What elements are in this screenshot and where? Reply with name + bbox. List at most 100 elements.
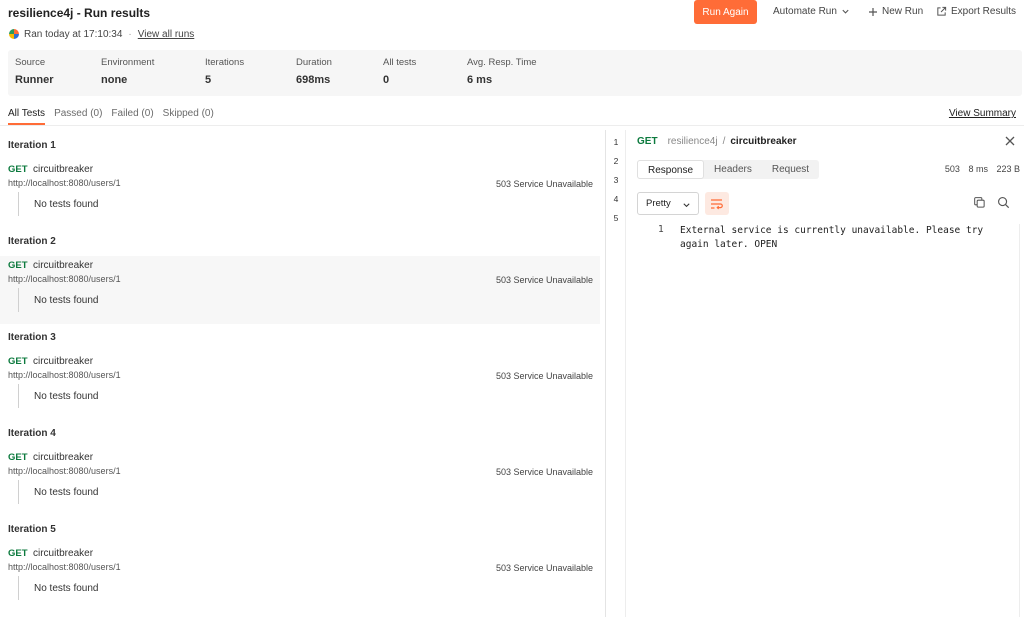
response-status: 503 Service Unavailable — [495, 371, 593, 381]
request-method: GET — [8, 452, 28, 463]
run-again-button[interactable]: Run Again — [694, 0, 757, 24]
automate-run-button[interactable]: Automate Run — [773, 6, 850, 17]
iteration-title: Iteration 4 — [8, 428, 56, 439]
format-select-value: Pretty — [646, 198, 671, 209]
response-time: 8 ms — [968, 164, 988, 174]
response-status: 503 Service Unavailable — [495, 275, 593, 285]
code-line-number: 1 — [658, 224, 664, 235]
run-summary-bar: Source Runner Environment none Iteration… — [8, 50, 1022, 96]
chevron-down-icon — [842, 9, 849, 14]
close-icon[interactable] — [1004, 135, 1016, 147]
request-row[interactable]: GET circuitbreaker http://localhost:8080… — [0, 448, 600, 516]
request-row[interactable]: GET circuitbreaker http://localhost:8080… — [0, 256, 600, 324]
tab-passed[interactable]: Passed (0) — [54, 108, 102, 125]
request-url: http://localhost:8080/users/1 — [8, 466, 121, 476]
run-info: Ran today at 17:10:34 · View all runs — [8, 28, 194, 40]
summary-iterations: Iterations 5 — [205, 57, 245, 86]
tests-indent-line — [18, 192, 19, 216]
gutter-number[interactable]: 4 — [606, 194, 626, 204]
response-status: 503 Service Unavailable — [495, 563, 593, 573]
request-method: GET — [8, 260, 28, 271]
page-title: resilience4j - Run results — [8, 6, 151, 20]
tabs-divider — [0, 125, 1024, 126]
iteration-title: Iteration 3 — [8, 332, 56, 343]
automate-run-label: Automate Run — [773, 6, 837, 17]
view-summary-link[interactable]: View Summary — [949, 108, 1016, 119]
iteration-title: Iteration 5 — [8, 524, 56, 535]
export-results-button[interactable]: Export Results — [936, 6, 1016, 17]
tests-result: No tests found — [34, 295, 99, 306]
gutter-number[interactable]: 1 — [606, 137, 626, 147]
request-index-gutter: 1 2 3 4 5 — [606, 130, 626, 617]
request-url: http://localhost:8080/users/1 — [8, 562, 121, 572]
gutter-number[interactable]: 3 — [606, 175, 626, 185]
detail-method: GET — [637, 136, 658, 147]
request-url: http://localhost:8080/users/1 — [8, 274, 121, 284]
tests-result: No tests found — [34, 199, 99, 210]
response-size: 223 B — [996, 164, 1020, 174]
request-method: GET — [8, 548, 28, 559]
request-name: circuitbreaker — [33, 356, 94, 367]
test-filter-tabs: All Tests Passed (0) Failed (0) Skipped … — [8, 108, 223, 125]
search-icon[interactable] — [997, 196, 1010, 209]
breadcrumb-request[interactable]: circuitbreaker — [730, 136, 796, 147]
tests-result: No tests found — [34, 487, 99, 498]
request-method: GET — [8, 356, 28, 367]
response-tabs: Response Headers Request — [637, 160, 820, 179]
summary-source: Source Runner — [15, 57, 54, 86]
breadcrumb-collection[interactable]: resilience4j — [668, 136, 718, 147]
iteration-title: Iteration 1 — [8, 140, 56, 151]
gutter-number[interactable]: 5 — [606, 213, 626, 223]
gutter-number[interactable]: 2 — [606, 156, 626, 166]
wrap-lines-button[interactable] — [705, 192, 729, 215]
request-url: http://localhost:8080/users/1 — [8, 178, 121, 188]
export-icon — [937, 6, 947, 16]
separator-dot: · — [128, 28, 132, 40]
request-row[interactable]: GET circuitbreaker http://localhost:8080… — [0, 544, 600, 612]
format-select[interactable]: Pretty — [637, 192, 699, 215]
chevron-down-icon — [683, 203, 690, 208]
response-meta: 503 8 ms 223 B — [939, 164, 1020, 174]
request-row[interactable]: GET circuitbreaker http://localhost:8080… — [0, 160, 600, 228]
scrollbar[interactable] — [1019, 224, 1020, 617]
summary-duration: Duration 698ms — [296, 57, 332, 86]
breadcrumb: GET resilience4j / circuitbreaker — [637, 136, 797, 147]
wrap-lines-icon — [711, 198, 723, 209]
response-status: 503 Service Unavailable — [495, 179, 593, 189]
tab-response[interactable]: Response — [637, 160, 705, 179]
new-run-label: New Run — [882, 6, 924, 17]
tab-failed[interactable]: Failed (0) — [111, 108, 153, 125]
tab-skipped[interactable]: Skipped (0) — [163, 108, 214, 125]
tab-request[interactable]: Request — [762, 160, 819, 179]
request-method: GET — [8, 164, 28, 175]
new-run-button[interactable]: New Run — [868, 6, 923, 17]
copy-icon[interactable] — [973, 196, 986, 209]
plus-icon — [869, 7, 877, 16]
request-name: circuitbreaker — [33, 164, 94, 175]
tab-headers[interactable]: Headers — [704, 160, 762, 179]
tab-all-tests[interactable]: All Tests — [8, 108, 46, 125]
export-results-label: Export Results — [951, 6, 1017, 17]
tests-result: No tests found — [34, 583, 99, 594]
request-url: http://localhost:8080/users/1 — [8, 370, 121, 380]
view-all-runs-link[interactable]: View all runs — [138, 29, 195, 40]
tests-indent-line — [18, 576, 19, 600]
request-name: circuitbreaker — [33, 548, 94, 559]
status-code: 503 — [944, 164, 960, 174]
request-detail-panel: GET resilience4j / circuitbreaker Respon… — [626, 130, 1024, 617]
tests-result: No tests found — [34, 391, 99, 402]
response-status: 503 Service Unavailable — [495, 467, 593, 477]
iteration-title: Iteration 2 — [8, 236, 56, 247]
avatar-icon — [8, 28, 20, 40]
run-results-header: resilience4j - Run results Ran today at … — [0, 0, 1024, 48]
request-name: circuitbreaker — [33, 260, 94, 271]
response-body-text: External service is currently unavailabl… — [680, 225, 984, 250]
breadcrumb-separator: / — [722, 136, 726, 147]
summary-environment: Environment none — [101, 57, 155, 86]
tests-indent-line — [18, 384, 19, 408]
request-name: circuitbreaker — [33, 452, 94, 463]
tests-indent-line — [18, 288, 19, 312]
tests-indent-line — [18, 480, 19, 504]
iterations-list: Iteration 1 GET circuitbreaker http://lo… — [0, 130, 605, 617]
request-row[interactable]: GET circuitbreaker http://localhost:8080… — [0, 352, 600, 420]
